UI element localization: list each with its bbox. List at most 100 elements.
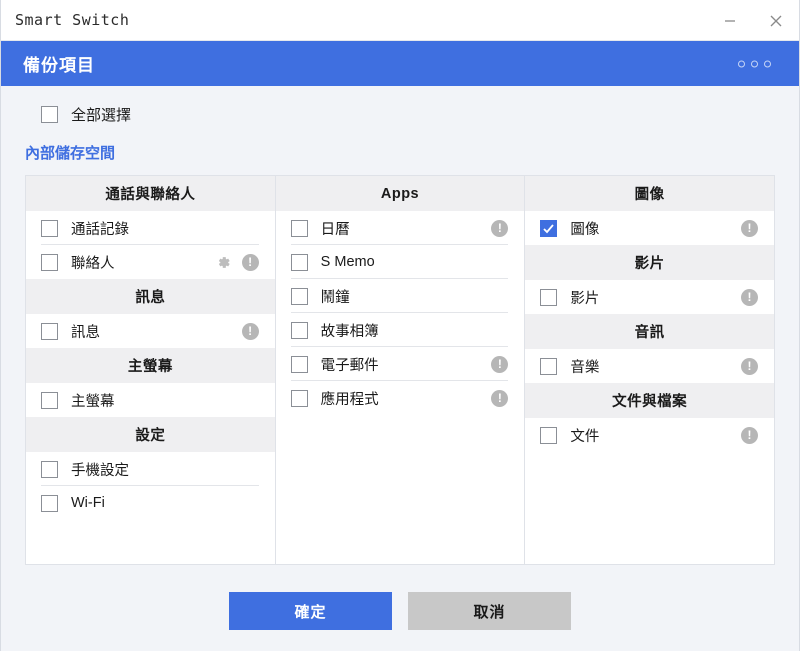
row-icons: ! [491, 389, 509, 407]
item-checkbox[interactable] [290, 355, 308, 373]
column-filler [525, 452, 774, 564]
item-label: 通話記錄 [71, 221, 129, 238]
item-label: S Memo [320, 254, 375, 270]
more-options-dot [751, 60, 758, 67]
table-row[interactable]: 手機設定 [26, 452, 275, 486]
row-icons: ! [241, 322, 259, 340]
item-checkbox[interactable] [290, 287, 308, 305]
table-column: 通話與聯絡人 通話記錄 聯絡人! 訊息 訊息! 主螢幕 主螢幕 設定 手機設定 Wi-Fi [26, 176, 276, 564]
info-icon[interactable]: ! [491, 389, 509, 407]
item-label: 圖像 [570, 221, 600, 238]
gear-icon[interactable] [215, 254, 232, 271]
item-label: Wi-Fi [71, 495, 105, 511]
item-checkbox[interactable] [290, 253, 308, 271]
group-header: Apps [275, 176, 525, 211]
close-icon [770, 15, 782, 26]
table-row[interactable]: 影片! [525, 280, 774, 314]
internal-storage-link[interactable]: 內部儲存空間 [25, 142, 115, 163]
select-all-label: 全部選擇 [71, 106, 132, 124]
group-header: 設定 [26, 417, 275, 452]
dialog-header: 備份項目 [1, 41, 799, 86]
confirm-button[interactable]: 確定 [229, 592, 392, 630]
item-checkbox[interactable] [41, 391, 58, 409]
table-row[interactable]: 聯絡人! [26, 245, 275, 279]
more-options-dot [764, 60, 771, 67]
table-row[interactable]: S Memo [276, 245, 525, 279]
row-icons: ! [491, 355, 509, 373]
group-header: 文件與檔案 [525, 383, 775, 418]
item-label: 故事相簿 [320, 323, 379, 340]
info-icon[interactable]: ! [741, 357, 759, 375]
table-row[interactable]: 文件! [525, 418, 774, 452]
item-checkbox[interactable] [290, 219, 308, 237]
column-filler [26, 520, 275, 564]
item-label: 電子郵件 [320, 357, 379, 374]
item-label: 主螢幕 [71, 393, 115, 410]
row-icons: ! [491, 219, 509, 237]
info-icon[interactable]: ! [241, 322, 259, 340]
row-icons: ! [741, 426, 759, 444]
smart-switch-window: Smart Switch 備份項目 全部選擇 內部儲存空間 通話與聯絡人 通話記… [0, 0, 800, 651]
item-label: 影片 [570, 290, 600, 307]
item-label: 聯絡人 [71, 255, 115, 272]
table-column: Apps 日曆! S Memo 鬧鐘 故事相簿 電子郵件! 應用程式! [275, 176, 526, 564]
dialog-body: 全部選擇 內部儲存空間 通話與聯絡人 通話記錄 聯絡人! 訊息 訊息! 主螢幕 主螢幕 設定手… [1, 92, 799, 630]
more-options-dot [738, 60, 745, 67]
table-row[interactable]: 通話記錄 [26, 211, 275, 245]
table-row[interactable]: 音樂! [525, 349, 774, 383]
group-header: 通話與聯絡人 [26, 176, 275, 211]
table-row[interactable]: 鬧鐘 [276, 279, 525, 313]
group-header: 主螢幕 [26, 348, 275, 383]
info-icon[interactable]: ! [741, 219, 759, 237]
table-row[interactable]: 主螢幕 [26, 383, 275, 417]
minimize-icon [725, 19, 735, 22]
item-label: 文件 [570, 428, 600, 445]
info-icon[interactable]: ! [491, 355, 509, 373]
item-label: 日曆 [320, 221, 350, 238]
item-checkbox[interactable] [41, 253, 58, 271]
item-checkbox[interactable] [41, 322, 58, 340]
select-all-row[interactable]: 全部選擇 [25, 92, 775, 136]
row-icons: ! [741, 288, 759, 306]
page-title: 備份項目 [23, 56, 95, 75]
check-icon [543, 223, 555, 233]
table-row[interactable]: 電子郵件! [276, 347, 525, 381]
dialog-footer: 確定 取消 [25, 592, 775, 630]
table-row[interactable]: 應用程式! [276, 381, 525, 415]
minimize-button[interactable] [707, 0, 753, 41]
table-row[interactable]: 圖像! [525, 211, 774, 245]
item-checkbox[interactable] [540, 426, 558, 444]
info-icon[interactable]: ! [741, 288, 759, 306]
group-header: 圖像 [525, 176, 775, 211]
item-label: 鬧鐘 [320, 289, 350, 306]
column-filler [276, 415, 525, 564]
group-header: 影片 [525, 245, 775, 280]
item-label: 音樂 [570, 359, 600, 376]
table-column: 圖像 圖像! 影片 影片! 音訊 音樂! 文件與檔案 文件! [525, 176, 775, 564]
select-all-checkbox[interactable] [41, 105, 58, 123]
item-checkbox[interactable] [540, 219, 558, 237]
item-label: 手機設定 [71, 462, 129, 479]
item-label: 應用程式 [320, 391, 379, 408]
group-header: 訊息 [26, 279, 275, 314]
table-row[interactable]: 訊息! [26, 314, 275, 348]
close-button[interactable] [753, 0, 799, 41]
item-checkbox[interactable] [41, 219, 58, 237]
table-row[interactable]: 故事相簿 [276, 313, 525, 347]
row-icons: ! [741, 357, 759, 375]
info-icon[interactable]: ! [491, 219, 509, 237]
info-icon[interactable]: ! [741, 426, 759, 444]
item-checkbox[interactable] [290, 389, 308, 407]
item-checkbox[interactable] [540, 357, 558, 375]
row-icons: ! [741, 219, 759, 237]
item-checkbox[interactable] [41, 460, 58, 478]
table-row[interactable]: Wi-Fi [26, 486, 275, 520]
table-row[interactable]: 日曆! [276, 211, 525, 245]
item-checkbox[interactable] [41, 494, 58, 512]
cancel-button[interactable]: 取消 [408, 592, 571, 630]
item-checkbox[interactable] [540, 288, 558, 306]
item-checkbox[interactable] [290, 321, 308, 339]
more-options-icon[interactable] [738, 60, 771, 67]
backup-items-table: 通話與聯絡人 通話記錄 聯絡人! 訊息 訊息! 主螢幕 主螢幕 設定 手機設定 Wi-Fi Apps… [25, 175, 775, 565]
info-icon[interactable]: ! [241, 253, 259, 271]
